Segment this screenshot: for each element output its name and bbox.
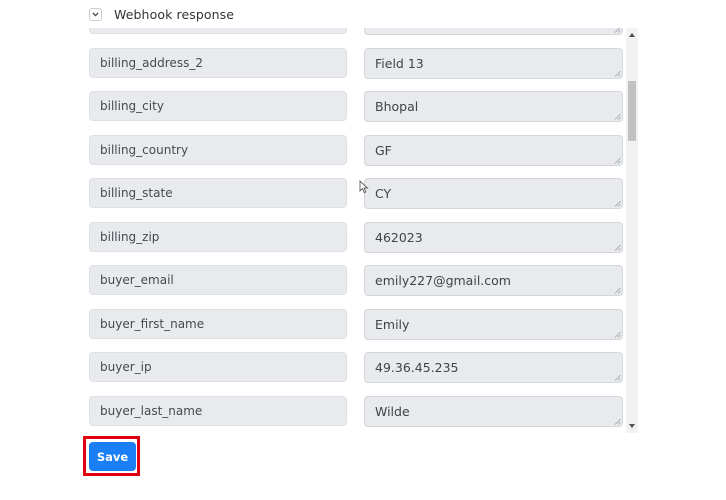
- webhook-response-header[interactable]: Webhook response: [89, 5, 234, 23]
- field-key-input[interactable]: billing_zip: [89, 221, 347, 252]
- field-value-textarea[interactable]: GF: [364, 134, 623, 166]
- scroll-up-arrow[interactable]: [626, 28, 638, 42]
- mouse-cursor-icon: [359, 180, 369, 194]
- field-value-text: 462023: [375, 229, 423, 245]
- resize-grip-icon[interactable]: [614, 287, 621, 294]
- resize-grip-icon[interactable]: [614, 28, 621, 33]
- field-value-text: CY: [375, 186, 392, 201]
- field-value-textarea[interactable]: Field 13: [364, 47, 623, 79]
- section-title: Webhook response: [114, 6, 235, 22]
- field-value-textarea[interactable]: Emily: [364, 308, 623, 340]
- field-row: buyer_first_name Emily: [84, 308, 624, 353]
- field-mapping-list[interactable]: billing_address_11-15 Ashoka Viharbillin…: [84, 28, 640, 433]
- resize-grip-icon[interactable]: [614, 374, 621, 381]
- field-value-text: 49.36.45.235: [375, 360, 459, 375]
- field-value-textarea[interactable]: emily227@gmail.com: [364, 265, 623, 296]
- resize-grip-icon[interactable]: [614, 244, 621, 251]
- chevron-down-icon[interactable]: [89, 7, 102, 21]
- field-row: billing_city Bhopal: [84, 91, 624, 135]
- field-value-text: Wilde: [375, 403, 410, 419]
- scroll-down-arrow[interactable]: [626, 419, 638, 433]
- field-key-input[interactable]: billing_state: [89, 178, 347, 208]
- scrollbar-thumb[interactable]: [628, 81, 636, 141]
- resize-grip-icon[interactable]: [614, 418, 621, 425]
- save-button[interactable]: Save: [89, 442, 136, 471]
- field-row: billing_zip 462023: [84, 221, 624, 266]
- resize-grip-icon[interactable]: [614, 70, 621, 77]
- field-row: billing_state CY: [84, 178, 624, 222]
- field-key-input[interactable]: buyer_ip: [89, 352, 347, 382]
- field-value-text: Emily: [375, 316, 410, 332]
- field-row: billing_country GF: [84, 134, 624, 179]
- webhook-response-panel: Webhook response billing_address_1 1-15 A…: [0, 0, 726, 500]
- resize-grip-icon[interactable]: [614, 113, 621, 120]
- field-key-input[interactable]: buyer_email: [89, 265, 347, 295]
- field-value-text: GF: [375, 142, 392, 158]
- field-value-textarea[interactable]: Bhopal: [364, 91, 623, 122]
- resize-grip-icon[interactable]: [614, 331, 621, 338]
- field-value-textarea[interactable]: 462023: [364, 221, 623, 253]
- field-value-textarea[interactable]: 1-15 Ashoka Vihar: [364, 28, 623, 35]
- field-value-textarea[interactable]: 49.36.45.235: [364, 352, 623, 383]
- field-row: billing_address_2 Field 13: [84, 47, 624, 92]
- field-value-textarea[interactable]: Wilde: [364, 395, 623, 427]
- resize-grip-icon[interactable]: [614, 200, 621, 207]
- field-row: buyer_email emily227@gmail.com: [84, 265, 624, 309]
- field-value-textarea[interactable]: CY: [364, 178, 623, 209]
- field-row: billing_address_1 1-15 Ashoka Vihar: [84, 28, 624, 48]
- resize-grip-icon[interactable]: [614, 157, 621, 164]
- field-key-input[interactable]: billing_address_2: [89, 47, 347, 78]
- field-value-text: Field 13: [375, 55, 424, 71]
- field-key-input[interactable]: buyer_last_name: [89, 395, 347, 426]
- field-value-text: emily227@gmail.com: [375, 273, 511, 288]
- field-value-text: Bhopal: [375, 99, 419, 114]
- field-key-input[interactable]: billing_address_1: [89, 28, 347, 34]
- field-key-input[interactable]: buyer_first_name: [89, 308, 347, 339]
- scrollbar[interactable]: [626, 28, 638, 433]
- field-key-input[interactable]: billing_city: [89, 91, 347, 121]
- field-key-input[interactable]: billing_country: [89, 134, 347, 165]
- field-row: buyer_last_name Wilde: [84, 395, 624, 434]
- field-row: buyer_ip 49.36.45.235: [84, 352, 624, 396]
